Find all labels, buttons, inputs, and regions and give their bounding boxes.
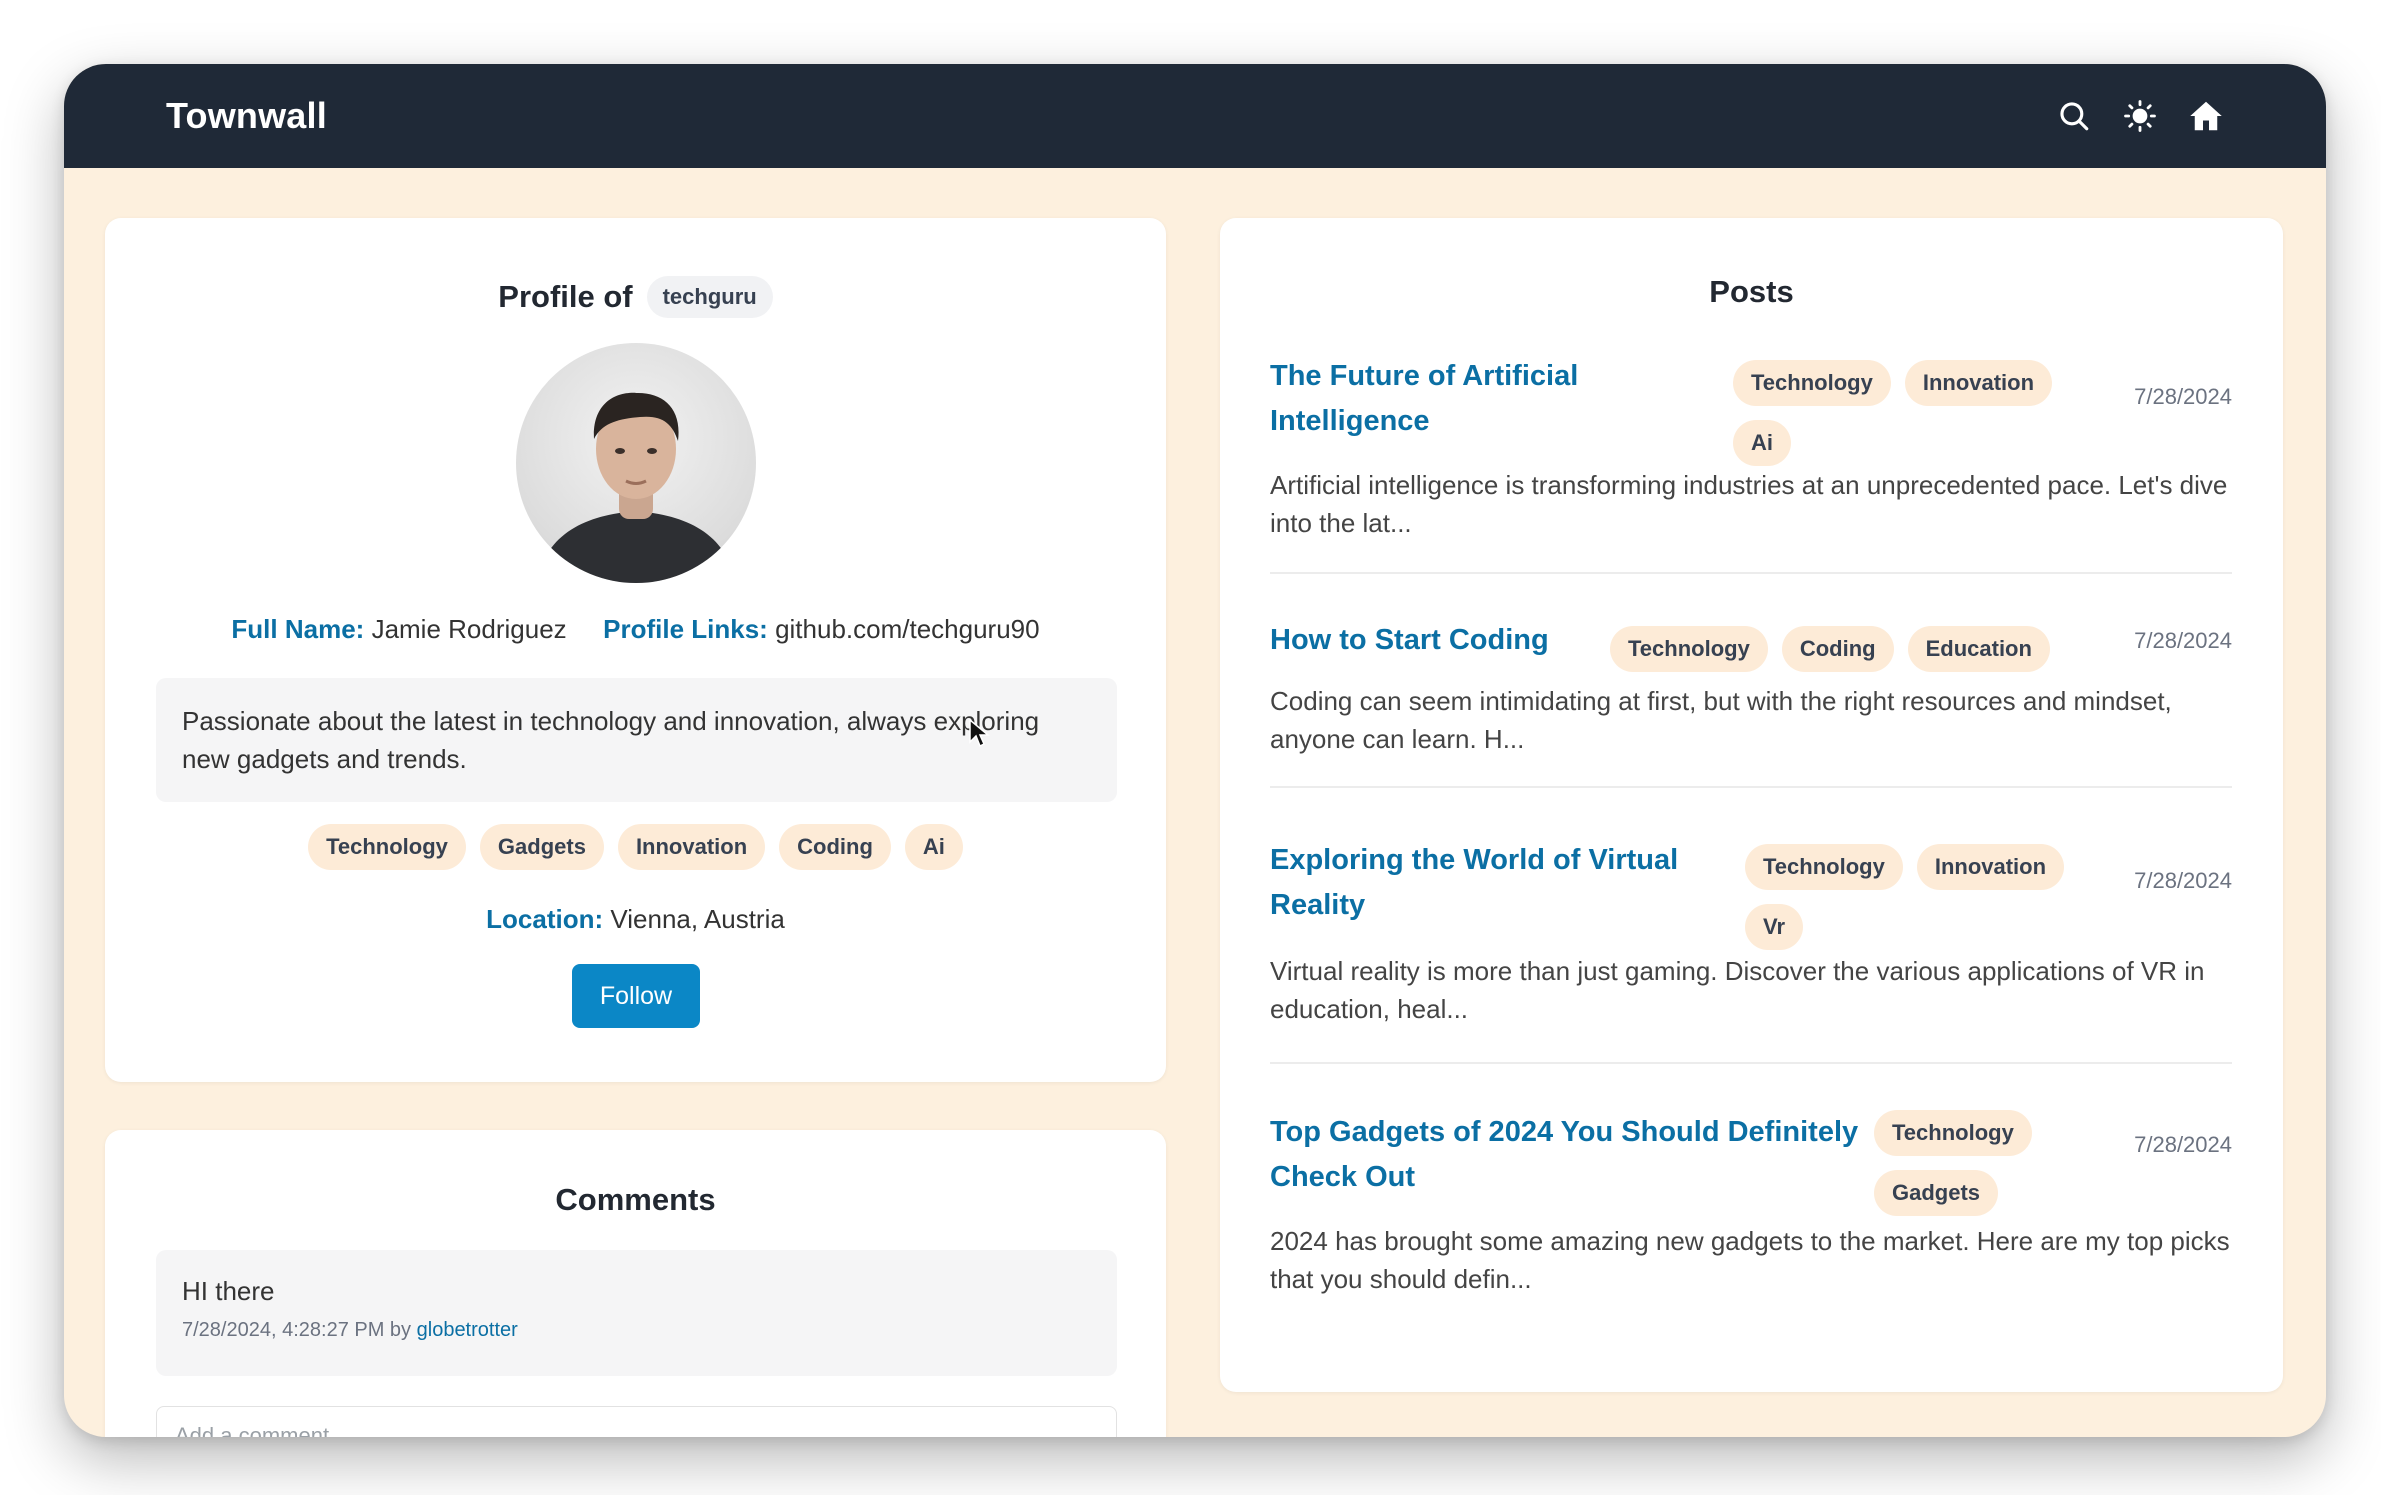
home-icon[interactable] [2188, 98, 2224, 134]
post-tag[interactable]: Ai [1733, 420, 1791, 466]
app-window: Townwall Profile of techguru Full Name: … [64, 64, 2326, 1437]
post-title-line: The Future of Artificial [1270, 360, 1579, 392]
comment-meta: 7/28/2024, 4:28:27 PM by globetrotter [182, 1319, 1091, 1342]
top-navbar: Townwall [64, 64, 2326, 168]
comment-timestamp: 7/28/2024, 4:28:27 PM by [182, 1319, 412, 1341]
post-excerpt: Virtual reality is more than just gaming… [1270, 956, 2205, 1024]
post-title-line: Exploring the World of Virtual [1270, 844, 1679, 876]
profile-tag[interactable]: Technology [308, 824, 466, 870]
post-item: Exploring the World of Virtual Reality T… [1270, 838, 2232, 1086]
comments-card: Comments HI there 7/28/2024, 4:28:27 PM … [105, 1130, 1166, 1437]
brand-logo[interactable]: Townwall [166, 95, 327, 137]
post-item: How to Start Coding Technology Coding Ed… [1270, 618, 2232, 838]
post-tag[interactable]: Innovation [1904, 360, 2053, 406]
profile-tags: Technology Gadgets Innovation Coding Ai [105, 824, 1166, 870]
post-excerpt: Coding can seem intimidating at first, b… [1270, 686, 2172, 754]
posts-card: Posts The Future of Artificial Intellige… [1220, 218, 2283, 1392]
full-name-label: Full Name: [231, 614, 365, 644]
post-date: 7/28/2024 [2134, 868, 2232, 893]
search-icon[interactable] [2056, 98, 2092, 134]
profile-links-label: Profile Links: [603, 614, 768, 644]
username-badge: techguru [646, 276, 773, 318]
post-tag[interactable]: Technology [1745, 844, 1903, 890]
post-tag[interactable]: Education [1907, 626, 2050, 672]
post-tag[interactable]: Technology [1610, 626, 1768, 672]
post-tag[interactable]: Technology [1874, 1110, 2032, 1156]
mouse-cursor-icon [968, 718, 991, 753]
comment-author-link[interactable]: globetrotter [417, 1319, 518, 1341]
post-tags: Technology Gadgets [1874, 1110, 2044, 1216]
post-title-link[interactable]: The Future of Artificial Intelligence [1270, 354, 1578, 444]
profile-tag[interactable]: Innovation [617, 824, 766, 870]
location-value: Vienna, Austria [610, 904, 785, 934]
location-line: Location: Vienna, Austria [105, 904, 1166, 935]
post-title-link[interactable]: Exploring the World of Virtual Reality [1270, 838, 1678, 928]
post-excerpt: Artificial intelligence is transforming … [1270, 470, 2228, 538]
post-excerpt: 2024 has brought some amazing new gadget… [1270, 1226, 2230, 1294]
post-divider [1270, 572, 2232, 574]
post-title-line: How to Start Coding [1270, 624, 1549, 656]
full-name-value: Jamie Rodriguez [371, 614, 567, 644]
profile-info-line: Full Name: Jamie Rodriguez Profile Links… [105, 614, 1166, 645]
comment-item: HI there 7/28/2024, 4:28:27 PM by globet… [156, 1250, 1117, 1376]
post-title-link[interactable]: How to Start Coding [1270, 618, 1549, 663]
profile-tag[interactable]: Ai [904, 824, 963, 870]
post-tag[interactable]: Gadgets [1874, 1170, 1999, 1216]
comment-text: HI there [182, 1276, 275, 1306]
post-title-line: Reality [1270, 889, 1366, 921]
location-label: Location: [486, 904, 604, 934]
profile-tag[interactable]: Gadgets [479, 824, 604, 870]
posts-title: Posts [1709, 274, 1794, 309]
post-tags: Technology Innovation Vr [1745, 844, 2085, 950]
post-tag[interactable]: Innovation [1916, 844, 2065, 890]
post-date: 7/28/2024 [2134, 1132, 2232, 1157]
post-tag[interactable]: Coding [1781, 626, 1894, 672]
post-tag[interactable]: Technology [1733, 360, 1891, 406]
post-item: Top Gadgets of 2024 You Should Definitel… [1270, 1110, 2232, 1330]
post-tags: Technology Innovation Ai [1733, 360, 2073, 466]
comments-title: Comments [555, 1182, 716, 1217]
post-tags: Technology Coding Education [1610, 626, 2110, 672]
nav-icons [2056, 98, 2224, 134]
profile-card: Profile of techguru Full Name: Jamie Rod… [105, 218, 1166, 1082]
post-date: 7/28/2024 [2134, 384, 2232, 409]
post-divider [1270, 786, 2232, 788]
post-title-line: Top Gadgets of 2024 You Should Definitel… [1270, 1116, 1859, 1148]
post-tag[interactable]: Vr [1745, 904, 1804, 950]
avatar [516, 343, 756, 583]
profile-links-value[interactable]: github.com/techguru90 [775, 614, 1040, 644]
comment-input[interactable] [156, 1406, 1117, 1437]
post-title-line: Intelligence [1270, 405, 1430, 437]
profile-tag[interactable]: Coding [779, 824, 891, 870]
post-title-link[interactable]: Top Gadgets of 2024 You Should Definitel… [1270, 1110, 1858, 1200]
post-title-line: Check Out [1270, 1161, 1416, 1193]
profile-title: Profile of [498, 279, 633, 314]
post-divider [1270, 1062, 2232, 1064]
post-item: The Future of Artificial Intelligence Te… [1270, 354, 2232, 602]
profile-heading: Profile of techguru [105, 276, 1166, 318]
sun-icon[interactable] [2122, 98, 2158, 134]
post-date: 7/28/2024 [2134, 628, 2232, 653]
follow-button[interactable]: Follow [572, 964, 700, 1028]
